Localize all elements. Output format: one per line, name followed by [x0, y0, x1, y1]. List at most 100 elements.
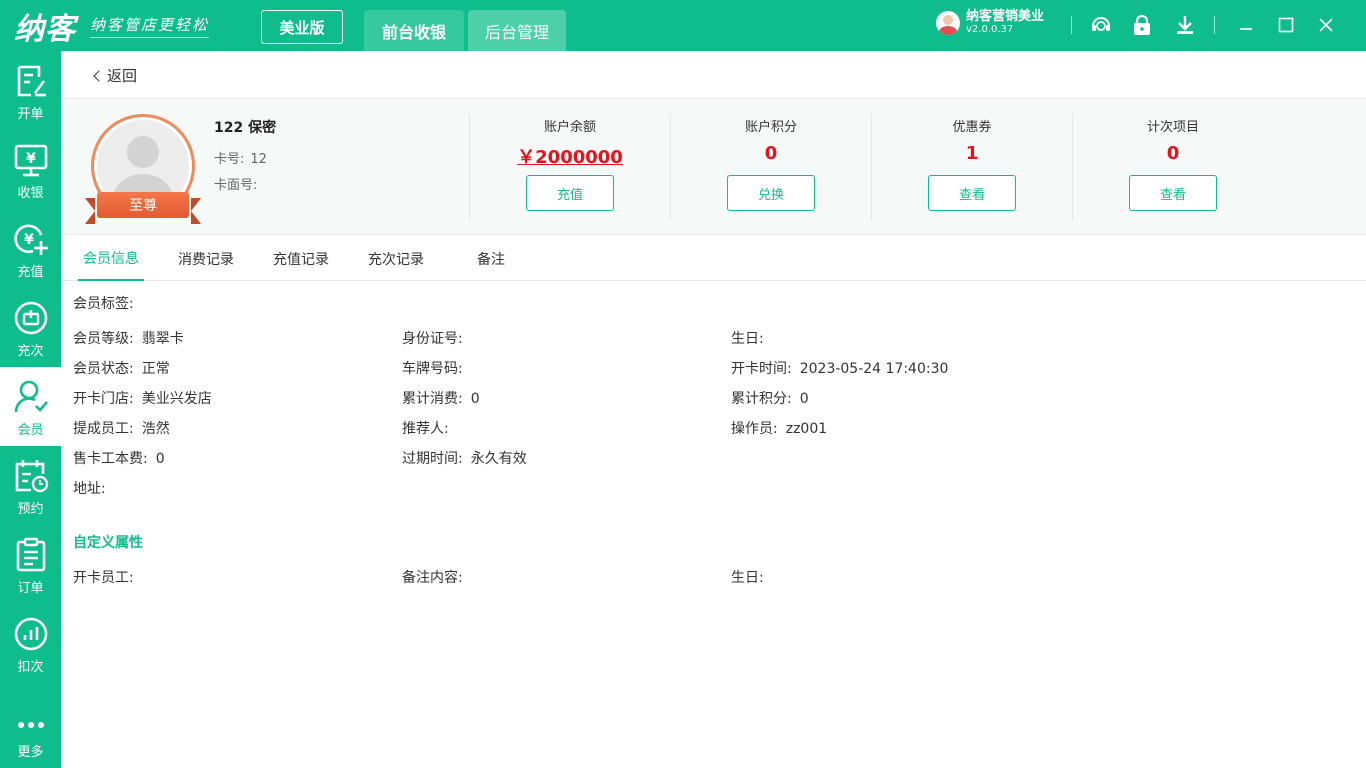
- stat-label: 计次项目: [1146, 120, 1199, 135]
- tab-notes[interactable]: 备注: [471, 236, 511, 281]
- user-avatar: [936, 10, 960, 35]
- back-button[interactable]: 返回: [93, 65, 138, 86]
- level-ribbon: 至尊: [85, 192, 201, 224]
- sidebar-item-label: 订单: [17, 581, 44, 596]
- deduct-icon: [12, 615, 50, 653]
- sidebar-item-recharge[interactable]: ¥ 充值: [0, 209, 61, 288]
- info-field: 会员状态: 正常: [73, 361, 170, 377]
- divider: [1214, 16, 1215, 34]
- custom-field: 生日:: [731, 570, 764, 586]
- sidebar-item-cashier[interactable]: ¥ 收银: [0, 130, 61, 209]
- recharge-icon: ¥: [12, 220, 50, 258]
- app-logo: 纳客 纳客管店更轻松: [14, 8, 210, 47]
- tab-consumption-records[interactable]: 消费记录: [173, 236, 239, 281]
- top-bar: 纳客 纳客管店更轻松 美业版 前台收银 后台管理 纳客营销美业 v2.0.0.3…: [0, 0, 1366, 51]
- custom-field: 开卡员工:: [73, 570, 134, 586]
- logo-slogan: 纳客管店更轻松: [90, 14, 210, 38]
- view-count-items-button[interactable]: 查看: [1129, 175, 1217, 211]
- cashier-icon: ¥: [12, 141, 50, 179]
- balance-value[interactable]: ￥2000000: [470, 143, 670, 168]
- tab-front-cashier[interactable]: 前台收银: [364, 10, 464, 51]
- back-label: 返回: [107, 67, 138, 85]
- info-field: 提成员工: 浩然: [73, 421, 170, 437]
- custom-attributes-title: 自定义属性: [73, 535, 143, 551]
- address-field: 地址:: [73, 481, 106, 497]
- close-icon[interactable]: [1315, 14, 1337, 36]
- points-value: 0: [764, 143, 778, 164]
- stat-label: 优惠券: [952, 120, 992, 135]
- maximize-icon[interactable]: [1275, 14, 1297, 36]
- sidebar-item-member[interactable]: 会员: [0, 367, 61, 446]
- stat-coupons: 优惠券 1 查看: [872, 114, 1072, 220]
- sidebar-item-more[interactable]: 更多: [0, 689, 61, 768]
- info-field: 累计消费: 0: [402, 391, 480, 407]
- app-version: v2.0.0.37: [966, 24, 1014, 36]
- info-field: 累计积分: 0: [731, 391, 809, 407]
- divider: [1071, 16, 1072, 34]
- sidebar-item-appointment[interactable]: 预约: [0, 446, 61, 525]
- member-summary-card: 至尊 122 保密 卡号: 12 卡面号: 账户余额 ￥2000000 充值 账户…: [61, 100, 1366, 235]
- info-field: 会员等级: 翡翠卡: [73, 331, 184, 347]
- tab-recharge-records[interactable]: 充值记录: [268, 236, 334, 281]
- minimize-icon[interactable]: [1235, 14, 1257, 36]
- sidebar-item-label: 更多: [17, 745, 44, 760]
- lock-icon[interactable]: [1131, 14, 1153, 36]
- info-field: 售卡工本费: 0: [73, 451, 165, 467]
- card-face-number: 卡面号:: [214, 178, 258, 193]
- coupons-value: 1: [965, 143, 979, 164]
- user-profile[interactable]: 纳客营销美业 v2.0.0.37: [936, 9, 1045, 36]
- sidebar-item-orders[interactable]: 订单: [0, 525, 61, 604]
- tab-back-office[interactable]: 后台管理: [468, 10, 566, 51]
- sidebar: 开单 ¥ 收银 ¥ 充值 充次 会员 预约 订单 扣次 更多: [0, 51, 61, 768]
- info-field: 推荐人:: [402, 421, 449, 437]
- sidebar-item-open-order[interactable]: 开单: [0, 51, 61, 130]
- svg-text:¥: ¥: [26, 151, 36, 167]
- member-name: 122 保密: [214, 120, 277, 136]
- user-name: 纳客营销美业: [966, 9, 1045, 24]
- level-badge: 至尊: [97, 192, 189, 218]
- member-tabs: 会员信息 消费记录 充值记录 充次记录 备注: [61, 236, 1366, 281]
- sidebar-item-label: 收银: [17, 186, 44, 201]
- info-field: 开卡时间: 2023-05-24 17:40:30: [731, 361, 949, 377]
- download-icon[interactable]: [1174, 14, 1196, 36]
- chevron-left-icon: [93, 70, 105, 82]
- count-items-value: 0: [1166, 143, 1180, 164]
- logo-text: 纳客: [14, 12, 76, 47]
- stat-balance: 账户余额 ￥2000000 充值: [470, 114, 670, 220]
- sidebar-item-deduct[interactable]: 扣次: [0, 604, 61, 683]
- sidebar-item-label: 会员: [17, 423, 44, 438]
- info-field: 生日:: [731, 331, 764, 347]
- info-field: 操作员: zz001: [731, 421, 828, 437]
- sidebar-item-label: 预约: [17, 502, 44, 517]
- recharge-times-icon: [12, 299, 50, 337]
- info-field: 身份证号:: [402, 331, 463, 347]
- stat-count-items: 计次项目 0 查看: [1073, 114, 1273, 220]
- exchange-button[interactable]: 兑换: [727, 175, 815, 211]
- svg-text:¥: ¥: [24, 232, 34, 248]
- sidebar-item-label: 开单: [17, 107, 44, 122]
- appointment-icon: [12, 457, 50, 495]
- view-coupons-button[interactable]: 查看: [928, 175, 1016, 211]
- tab-member-info[interactable]: 会员信息: [78, 236, 144, 281]
- tab-recharge-times-records[interactable]: 充次记录: [363, 236, 429, 281]
- order-list-icon: [12, 536, 50, 574]
- more-icon: [12, 700, 50, 738]
- sidebar-item-label: 充值: [17, 265, 44, 280]
- back-bar: 返回: [61, 51, 1366, 99]
- stat-label: 账户余额: [543, 120, 596, 135]
- order-edit-icon: [12, 62, 50, 100]
- edition-badge[interactable]: 美业版: [261, 10, 343, 44]
- card-number: 卡号: 12: [214, 152, 267, 167]
- info-field: 过期时间: 永久有效: [402, 451, 527, 467]
- headset-icon[interactable]: [1090, 14, 1112, 36]
- member-icon: [12, 378, 50, 416]
- sidebar-item-label: 扣次: [17, 660, 44, 675]
- member-tags-field: 会员标签:: [73, 296, 134, 312]
- custom-field: 备注内容:: [402, 570, 463, 586]
- info-field: 车牌号码:: [402, 361, 463, 377]
- recharge-button[interactable]: 充值: [526, 175, 614, 211]
- sidebar-item-label: 充次: [17, 344, 44, 359]
- stat-points: 账户积分 0 兑换: [671, 114, 871, 220]
- sidebar-item-recharge-times[interactable]: 充次: [0, 288, 61, 367]
- stat-label: 账户积分: [744, 120, 797, 135]
